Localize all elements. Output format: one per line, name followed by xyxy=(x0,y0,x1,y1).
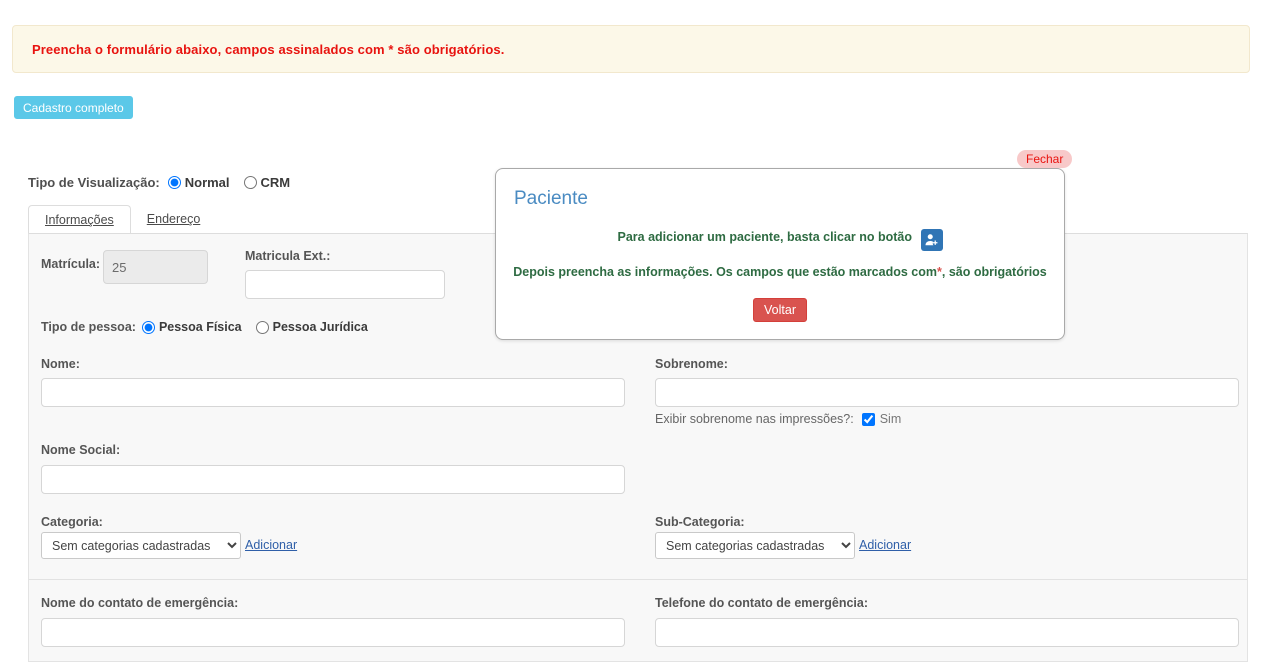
nome-social-label: Nome Social: xyxy=(41,443,121,457)
tipo-pessoa-radio-juridica[interactable] xyxy=(255,320,269,334)
add-person-icon[interactable] xyxy=(920,229,943,251)
visualization-radio-normal[interactable] xyxy=(167,176,181,189)
matricula-input xyxy=(103,250,208,284)
modal-instruction-line-2-after: , são obrigatórios xyxy=(941,265,1047,279)
tipo-pessoa-radio-fisica[interactable] xyxy=(141,320,155,334)
tipo-pessoa-option-juridica-label: Pessoa Jurídica xyxy=(272,320,368,334)
tab-endereco-label: Endereço xyxy=(146,212,201,226)
sub-categoria-select[interactable]: Sem categorias cadastradas xyxy=(655,532,855,559)
tab-endereco[interactable]: Endereço xyxy=(131,204,217,234)
form-instructions-alert: Preencha o formulário abaixo, campos ass… xyxy=(12,25,1250,73)
visualization-option-crm[interactable]: CRM xyxy=(243,175,291,190)
modal-instruction-line-1: Para adicionar um paciente, basta clicar… xyxy=(496,229,1064,251)
sobrenome-label: Sobrenome: xyxy=(655,357,728,371)
sub-categoria-label: Sub-Categoria: xyxy=(655,515,745,529)
contato-emergencia-telefone-input[interactable] xyxy=(655,618,1239,647)
matricula-label: Matrícula: xyxy=(41,257,101,271)
contato-emergencia-telefone-label: Telefone do contato de emergência: xyxy=(655,596,869,610)
categoria-select[interactable]: Sem categorias cadastradas xyxy=(41,532,241,559)
alert-message: Preencha o formulário abaixo, campos ass… xyxy=(32,41,505,57)
modal-title: Paciente xyxy=(514,188,588,209)
categoria-adicionar-link[interactable]: Adicionar xyxy=(245,538,297,552)
modal-instruction-line-2: Depois preencha as informações. Os campo… xyxy=(496,265,1064,279)
nome-social-input[interactable] xyxy=(41,465,625,494)
contato-emergencia-nome-input[interactable] xyxy=(41,618,625,647)
matricula-ext-label: Matricula Ext.: xyxy=(245,249,331,263)
exibir-sobrenome-row: Exibir sobrenome nas impressões?: Sim xyxy=(655,412,901,426)
modal-instruction-line-1-text: Para adicionar um paciente, basta clicar… xyxy=(617,230,913,244)
tipo-pessoa-label: Tipo de pessoa: xyxy=(41,320,136,334)
nome-input[interactable] xyxy=(41,378,625,407)
voltar-button-label: Voltar xyxy=(764,303,796,317)
tipo-pessoa-option-fisica[interactable]: Pessoa Física xyxy=(141,320,242,334)
voltar-button[interactable]: Voltar xyxy=(753,298,807,322)
page-root: Preencha o formulário abaixo, campos ass… xyxy=(0,0,1262,662)
matricula-ext-input[interactable] xyxy=(245,270,445,299)
tipo-pessoa-option-fisica-label: Pessoa Física xyxy=(158,320,242,334)
fechar-badge-label: Fechar xyxy=(1026,152,1064,166)
visualization-radio-crm[interactable] xyxy=(243,176,257,189)
section-divider xyxy=(29,579,1247,580)
tipo-pessoa-row: Tipo de pessoa: Pessoa Física Pessoa Jur… xyxy=(41,320,382,334)
matricula-row: Matrícula: xyxy=(41,257,106,271)
cadastro-completo-button[interactable]: Cadastro completo xyxy=(14,96,133,119)
paciente-help-modal: Paciente Para adicionar um paciente, bas… xyxy=(495,168,1065,340)
nome-label: Nome: xyxy=(41,357,80,371)
sub-categoria-adicionar-link[interactable]: Adicionar xyxy=(859,538,911,552)
visualization-option-crm-label: CRM xyxy=(260,175,291,190)
categoria-label: Categoria: xyxy=(41,515,103,529)
visualization-type-row: Tipo de Visualização: Normal CRM xyxy=(28,175,304,190)
sobrenome-input[interactable] xyxy=(655,378,1239,407)
exibir-sobrenome-checkbox[interactable] xyxy=(861,412,875,426)
visualization-option-normal[interactable]: Normal xyxy=(167,175,230,190)
contato-emergencia-nome-label: Nome do contato de emergência: xyxy=(41,596,239,610)
modal-instruction-line-2-before: Depois preencha as informações. Os campo… xyxy=(513,265,937,279)
tab-informacoes[interactable]: Informações xyxy=(28,205,131,235)
tipo-pessoa-option-juridica[interactable]: Pessoa Jurídica xyxy=(255,320,368,334)
tab-informacoes-label: Informações xyxy=(45,213,114,227)
fechar-badge-button[interactable]: Fechar xyxy=(1017,150,1073,168)
cadastro-completo-label: Cadastro completo xyxy=(23,100,124,115)
visualization-type-label: Tipo de Visualização: xyxy=(28,175,160,190)
visualization-option-normal-label: Normal xyxy=(184,175,230,190)
exibir-sobrenome-label: Exibir sobrenome nas impressões?: xyxy=(655,412,854,426)
exibir-sobrenome-option-label: Sim xyxy=(879,412,902,426)
